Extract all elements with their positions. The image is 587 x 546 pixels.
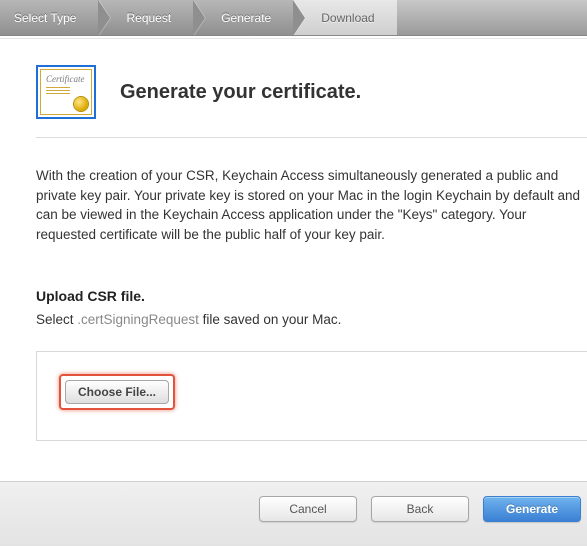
breadcrumb-step-generate[interactable]: Generate (193, 0, 293, 35)
choose-file-button[interactable]: Choose File... (65, 380, 169, 404)
footer-actions: Cancel Back Generate (0, 481, 587, 546)
file-extension: .certSigningRequest (77, 312, 199, 327)
breadcrumb-label: Generate (221, 11, 271, 25)
breadcrumb: Select Type Request Generate Download (0, 0, 587, 36)
cancel-button[interactable]: Cancel (259, 496, 357, 522)
upload-instruction: Select .certSigningRequest file saved on… (36, 312, 587, 327)
certificate-icon-label: Certificate (46, 74, 86, 84)
seal-icon (74, 97, 88, 111)
upload-heading: Upload CSR file. (36, 288, 587, 304)
breadcrumb-label: Request (126, 11, 171, 25)
back-button[interactable]: Back (371, 496, 469, 522)
description-text: With the creation of your CSR, Keychain … (36, 166, 587, 244)
breadcrumb-step-download: Download (293, 0, 396, 35)
breadcrumb-label: Select Type (14, 11, 76, 25)
certificate-icon: Certificate (36, 65, 96, 119)
main-content: With the creation of your CSR, Keychain … (0, 138, 587, 481)
page-header: Certificate Generate your certificate. (0, 39, 587, 137)
breadcrumb-step-select-type[interactable]: Select Type (0, 0, 98, 35)
generate-button[interactable]: Generate (483, 496, 581, 522)
breadcrumb-step-request[interactable]: Request (98, 0, 193, 35)
breadcrumb-label: Download (321, 11, 374, 25)
highlight-box: Choose File... (59, 374, 175, 410)
upload-area: Choose File... (36, 351, 587, 441)
page-title: Generate your certificate. (120, 81, 361, 104)
